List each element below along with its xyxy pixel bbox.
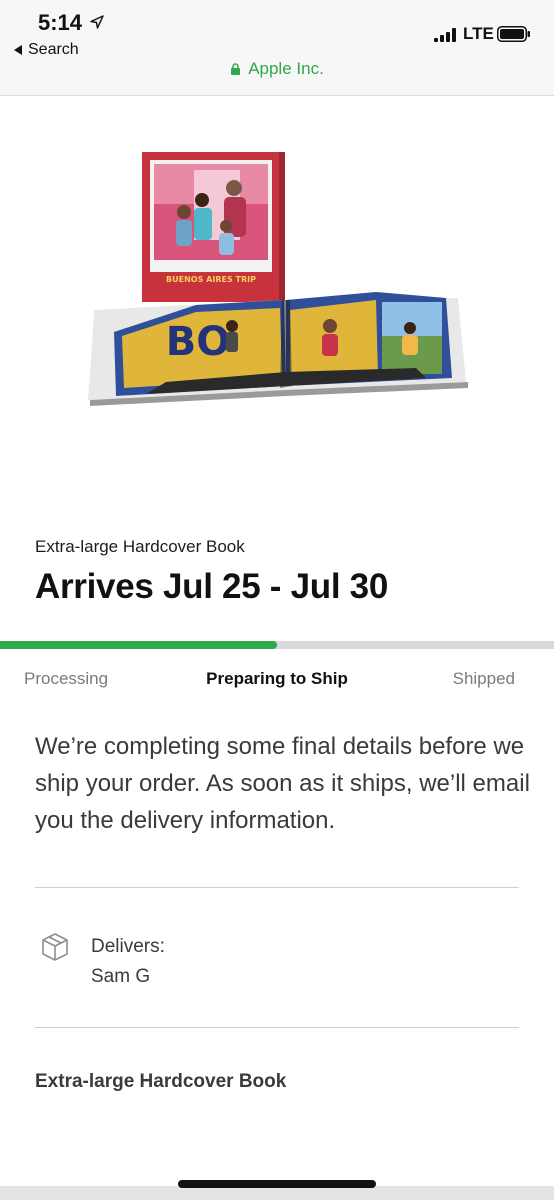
svg-text:BO: BO [166, 319, 231, 365]
status-bar: 5:14 Search LTE Apple Inc. [0, 0, 554, 96]
item-title[interactable]: Extra-large Hardcover Book [35, 1071, 286, 1093]
cellular-signal-icon [434, 28, 456, 42]
recipient-name: Sam G [91, 966, 151, 987]
clock-time: 5:14 [38, 10, 83, 35]
back-arrow-icon [14, 45, 22, 55]
back-label: Search [28, 41, 79, 58]
divider [35, 887, 519, 888]
delivers-label: Delivers: [91, 936, 165, 957]
home-indicator[interactable] [178, 1180, 376, 1188]
lock-icon [231, 63, 241, 75]
network-type: LTE [463, 24, 494, 43]
battery-icon [497, 26, 530, 42]
arrival-date: Arrives Jul 25 - Jul 30 [35, 567, 389, 606]
back-to-search-button[interactable]: Search [14, 41, 79, 59]
site-name: Apple Inc. [248, 59, 324, 78]
box-icon [42, 933, 68, 961]
step-shipped: Shipped [452, 669, 515, 688]
site-address[interactable]: Apple Inc. [0, 59, 554, 79]
order-progress-fill [0, 641, 277, 649]
product-name: Extra-large Hardcover Book [35, 537, 245, 556]
order-progress-bar [0, 641, 554, 649]
location-arrow-icon [90, 15, 104, 29]
book-cover-text: BUENOS AIRES TRIP [166, 275, 256, 284]
photo-book-image: BUENOS AIRES TRIP BO [88, 152, 468, 406]
divider [35, 1027, 519, 1028]
bottom-strip [0, 1186, 554, 1200]
status-message: We’re completing some final details befo… [35, 733, 530, 834]
